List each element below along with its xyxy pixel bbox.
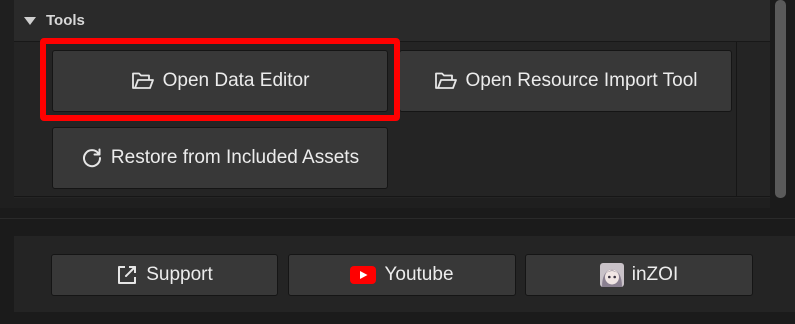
youtube-label: Youtube — [384, 264, 454, 285]
folder-open-icon — [434, 71, 458, 91]
restore-label: Restore from Included Assets — [110, 147, 360, 168]
caret-down-icon[interactable] — [24, 16, 36, 25]
scrollbar-thumb[interactable] — [775, 0, 786, 198]
inzoi-label: inZOI — [631, 264, 679, 285]
open-resource-import-tool-label: Open Resource Import Tool — [465, 70, 698, 91]
inzoi-avatar-icon — [599, 263, 624, 287]
inzoi-button[interactable]: inZOI — [525, 254, 753, 296]
youtube-button[interactable]: Youtube — [288, 254, 516, 296]
restore-from-included-assets-button[interactable]: Restore from Included Assets — [52, 127, 388, 189]
youtube-icon — [350, 266, 377, 284]
refresh-icon — [81, 147, 103, 169]
tools-header[interactable]: Tools — [14, 0, 770, 42]
details-panel: Tools Open Data Editor Open Resource Imp… — [0, 0, 795, 324]
support-label: Support — [146, 264, 213, 285]
divider — [14, 196, 770, 197]
tools-title: Tools — [46, 12, 85, 29]
footer-divider — [0, 218, 795, 219]
support-button[interactable]: Support — [51, 254, 278, 296]
external-link-icon — [116, 264, 138, 286]
column-divider — [736, 42, 737, 196]
open-resource-import-tool-button[interactable]: Open Resource Import Tool — [399, 50, 732, 112]
highlight-box — [40, 38, 400, 121]
